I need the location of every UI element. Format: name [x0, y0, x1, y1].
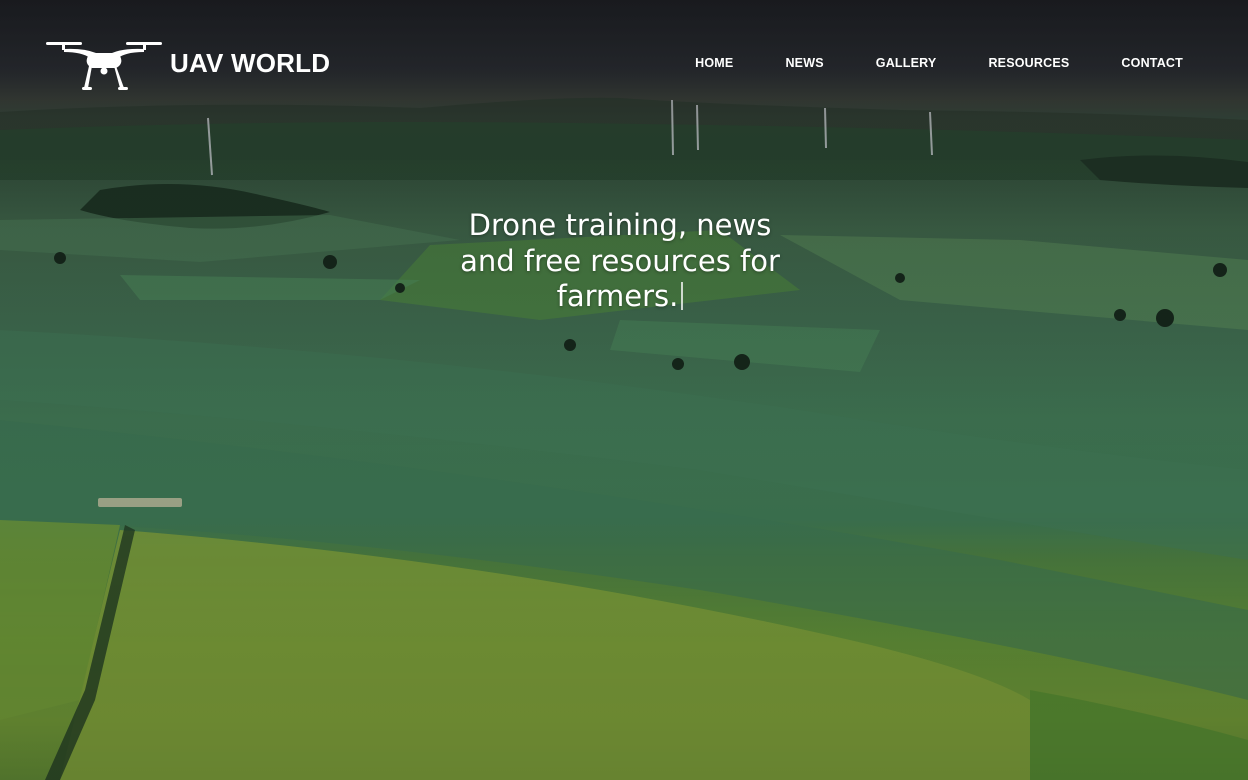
hero-section: UAV WORLD HOME NEWS GALLERY RESOURCES CO… [0, 0, 1248, 780]
nav-gallery-link[interactable]: GALLERY [824, 56, 937, 70]
headline-line-3: farmers. [556, 279, 679, 313]
brand-name: UAV WORLD [170, 47, 331, 78]
nav-news-link[interactable]: NEWS [733, 56, 823, 70]
nav-resources-link[interactable]: RESOURCES [936, 56, 1069, 70]
brand-logo-link[interactable]: UAV WORLD [44, 38, 330, 94]
drone-icon [46, 42, 162, 90]
site-header: UAV WORLD HOME NEWS GALLERY RESOURCES CO… [0, 0, 1248, 128]
hero-headline: Drone training, news and free resources … [420, 208, 820, 315]
nav-home-link[interactable]: HOME [695, 56, 733, 70]
headline-line-1: Drone training, news [468, 208, 772, 242]
main-navigation: HOME NEWS GALLERY RESOURCES CONTACT [695, 56, 1183, 70]
typing-cursor [681, 282, 684, 310]
nav-contact-link[interactable]: CONTACT [1069, 56, 1183, 70]
headline-line-2: and free resources for [460, 243, 780, 278]
